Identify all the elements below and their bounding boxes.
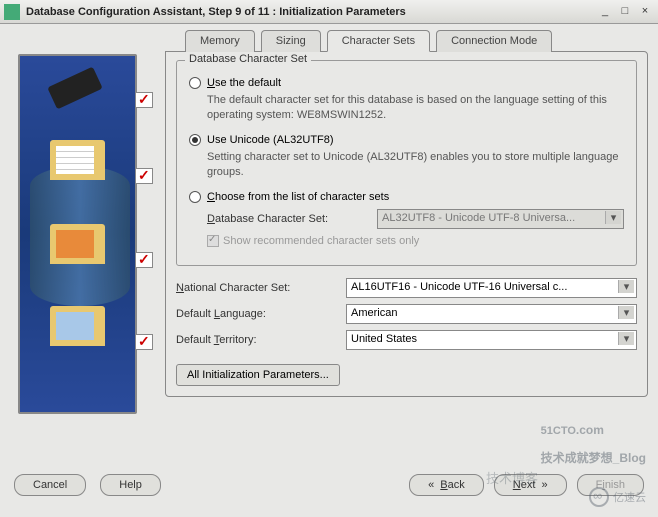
charset-fieldset: Database Character Set Use the default T…: [176, 60, 637, 266]
cancel-button[interactable]: Cancel: [14, 474, 86, 496]
default-language-select[interactable]: American: [346, 304, 637, 324]
wizard-sidebar: [0, 24, 165, 464]
radio-use-default-label: Use the default: [207, 77, 281, 89]
radio-choose-list-label: Choose from the list of character sets: [207, 191, 389, 203]
watermark: 技术博客: [486, 468, 538, 487]
desc-default: The default character set for this datab…: [207, 93, 624, 124]
radio-use-default[interactable]: [189, 77, 201, 89]
tabs: Memory Sizing Character Sets Connection …: [165, 30, 648, 52]
help-button[interactable]: Help: [100, 474, 161, 496]
tab-memory[interactable]: Memory: [185, 30, 255, 52]
title-bar: Database Configuration Assistant, Step 9…: [0, 0, 658, 24]
step-check-icon: [135, 168, 153, 184]
tab-character-sets[interactable]: Character Sets: [327, 30, 430, 52]
back-button[interactable]: « Back: [409, 474, 484, 496]
radio-use-unicode[interactable]: [189, 134, 201, 146]
fieldset-legend: Database Character Set: [185, 53, 311, 65]
close-button[interactable]: ×: [636, 4, 654, 20]
step-check-icon: [135, 252, 153, 268]
radio-use-unicode-label: Use Unicode (AL32UTF8): [207, 134, 334, 146]
step-check-icon: [135, 92, 153, 108]
watermark: 51CTO.com 技术成就梦想_Blog: [541, 413, 646, 469]
checkbox-icon: [207, 235, 219, 247]
all-init-params-button[interactable]: All Initialization Parameters...: [176, 364, 340, 386]
national-charset-label: National Character Set:: [176, 282, 336, 294]
window-title: Database Configuration Assistant, Step 9…: [26, 6, 594, 18]
maximize-button[interactable]: □: [616, 4, 634, 20]
tab-connection-mode[interactable]: Connection Mode: [436, 30, 552, 52]
radio-choose-list[interactable]: [189, 191, 201, 203]
show-recommended-checkbox: Show recommended character sets only: [207, 235, 624, 247]
app-icon: [4, 4, 20, 20]
tab-sizing[interactable]: Sizing: [261, 30, 321, 52]
default-territory-label: Default Territory:: [176, 334, 336, 346]
tab-panel: Database Character Set Use the default T…: [165, 51, 648, 397]
wizard-footer: Cancel Help « Back Next » Finish: [0, 464, 658, 506]
default-territory-select[interactable]: United States: [346, 330, 637, 350]
db-charset-label: Database Character Set:: [207, 213, 367, 225]
minimize-button[interactable]: _: [596, 4, 614, 20]
national-charset-select[interactable]: AL16UTF16 - Unicode UTF-16 Universal c..…: [346, 278, 637, 298]
db-charset-select: AL32UTF8 - Unicode UTF-8 Universa...: [377, 209, 624, 229]
default-language-label: Default Language:: [176, 308, 336, 320]
watermark: 亿速云: [589, 487, 646, 507]
step-check-icon: [135, 334, 153, 350]
desc-unicode: Setting character set to Unicode (AL32UT…: [207, 150, 624, 181]
